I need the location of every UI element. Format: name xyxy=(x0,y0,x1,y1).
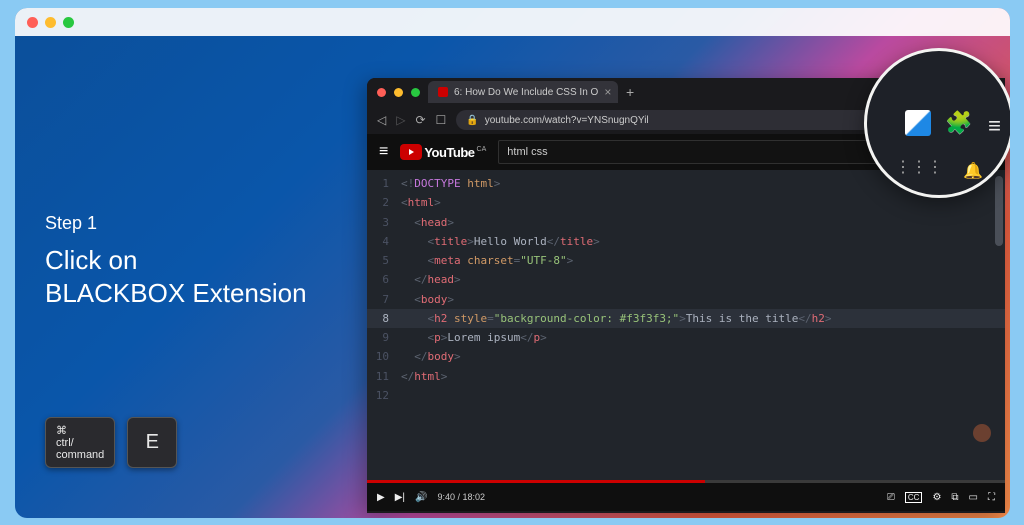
code-line: 7 <body> xyxy=(367,290,1005,309)
letter-key: E xyxy=(127,417,177,468)
fullscreen-icon[interactable]: ⛶ xyxy=(988,492,995,503)
step-text: Click on BLACKBOX Extension xyxy=(45,244,307,309)
zoom-callout: 🧩 ≡ ⋮⋮⋮ 🔔 xyxy=(864,48,1010,198)
tab-title: 6: How Do We Include CSS In O xyxy=(454,87,598,98)
blackbox-extension-icon[interactable] xyxy=(905,110,931,136)
youtube-play-icon xyxy=(400,144,422,160)
search-value: html css xyxy=(507,146,902,158)
tutorial-window: Step 1 Click on BLACKBOX Extension ⌘ ctr… xyxy=(15,8,1010,518)
browser-maximize-button[interactable] xyxy=(411,88,420,97)
video-controls: ▶ ▶| 🔊 9:40 / 18:02 ⎚ CC ⚙ ⧉ ▭ ⛶ xyxy=(367,483,1005,511)
cc-button[interactable]: CC xyxy=(905,492,923,503)
puzzle-extensions-icon[interactable]: 🧩 xyxy=(945,110,972,136)
modifier-key: ⌘ ctrl/ command xyxy=(45,417,115,468)
lock-icon: 🔒 xyxy=(466,115,478,126)
bookmark-icon[interactable]: ☐ xyxy=(436,113,447,127)
scrollbar[interactable] xyxy=(995,176,1003,246)
maximize-window-button[interactable] xyxy=(63,17,74,28)
command-icon: ⌘ xyxy=(56,424,104,437)
video-time: 9:40 / 18:02 xyxy=(437,492,485,502)
new-tab-button[interactable]: + xyxy=(626,84,634,100)
theater-icon[interactable]: ▭ xyxy=(969,492,978,503)
code-editor-video: 1<!DOCTYPE html> 2<html> 3 <head> 4 <tit… xyxy=(367,170,1005,480)
code-line: 10 </body> xyxy=(367,347,1005,366)
back-button[interactable]: ◁ xyxy=(377,113,386,127)
code-line: 2<html> xyxy=(367,193,1005,212)
subtitles-icon[interactable]: ⎚ xyxy=(887,492,895,503)
code-line: 3 <head> xyxy=(367,213,1005,232)
miniplayer-icon[interactable]: ⧉ xyxy=(951,492,958,503)
address-bar[interactable]: 🔒 youtube.com/watch?v=YNSnugnQYil xyxy=(456,110,921,130)
notifications-bell-icon[interactable]: 🔔 xyxy=(963,161,983,181)
close-window-button[interactable] xyxy=(27,17,38,28)
presenter-avatar xyxy=(973,424,991,442)
volume-icon[interactable]: 🔊 xyxy=(415,492,427,503)
browser-close-button[interactable] xyxy=(377,88,386,97)
instruction-panel: Step 1 Click on BLACKBOX Extension xyxy=(45,213,307,309)
browser-minimize-button[interactable] xyxy=(394,88,403,97)
browser-tab[interactable]: 6: How Do We Include CSS In O × xyxy=(428,81,618,103)
code-line: 9 <p>Lorem ipsum</p> xyxy=(367,328,1005,347)
play-button[interactable]: ▶ xyxy=(377,492,385,503)
keyboard-shortcut: ⌘ ctrl/ command E xyxy=(45,417,177,468)
youtube-favicon-icon xyxy=(438,87,448,97)
tab-close-icon[interactable]: × xyxy=(604,85,611,99)
minimize-window-button[interactable] xyxy=(45,17,56,28)
youtube-logo[interactable]: YouTube CA xyxy=(400,144,486,160)
next-button[interactable]: ▶| xyxy=(395,492,405,503)
playlist-icon[interactable]: ≡ xyxy=(988,113,1001,139)
code-line: 12 xyxy=(367,386,1005,405)
code-line: 11</html> xyxy=(367,367,1005,386)
hamburger-menu-icon[interactable]: ≡ xyxy=(379,143,388,161)
window-titlebar xyxy=(15,8,1010,36)
apps-grid-icon[interactable]: ⋮⋮⋮ xyxy=(895,157,943,177)
step-label: Step 1 xyxy=(45,213,307,234)
youtube-search-input[interactable]: html css × xyxy=(498,140,918,164)
code-line: 6 </head> xyxy=(367,270,1005,289)
code-line: 4 <title>Hello World</title> xyxy=(367,232,1005,251)
code-line: 5 <meta charset="UTF-8"> xyxy=(367,251,1005,270)
forward-button[interactable]: ▷ xyxy=(396,113,405,127)
settings-icon[interactable]: ⚙ xyxy=(932,492,941,503)
reload-button[interactable]: ⟳ xyxy=(415,113,425,127)
url-text: youtube.com/watch?v=YNSnugnQYil xyxy=(485,115,649,126)
code-line-active: 8 <h2 style="background-color: #f3f3f3;"… xyxy=(367,309,1005,328)
